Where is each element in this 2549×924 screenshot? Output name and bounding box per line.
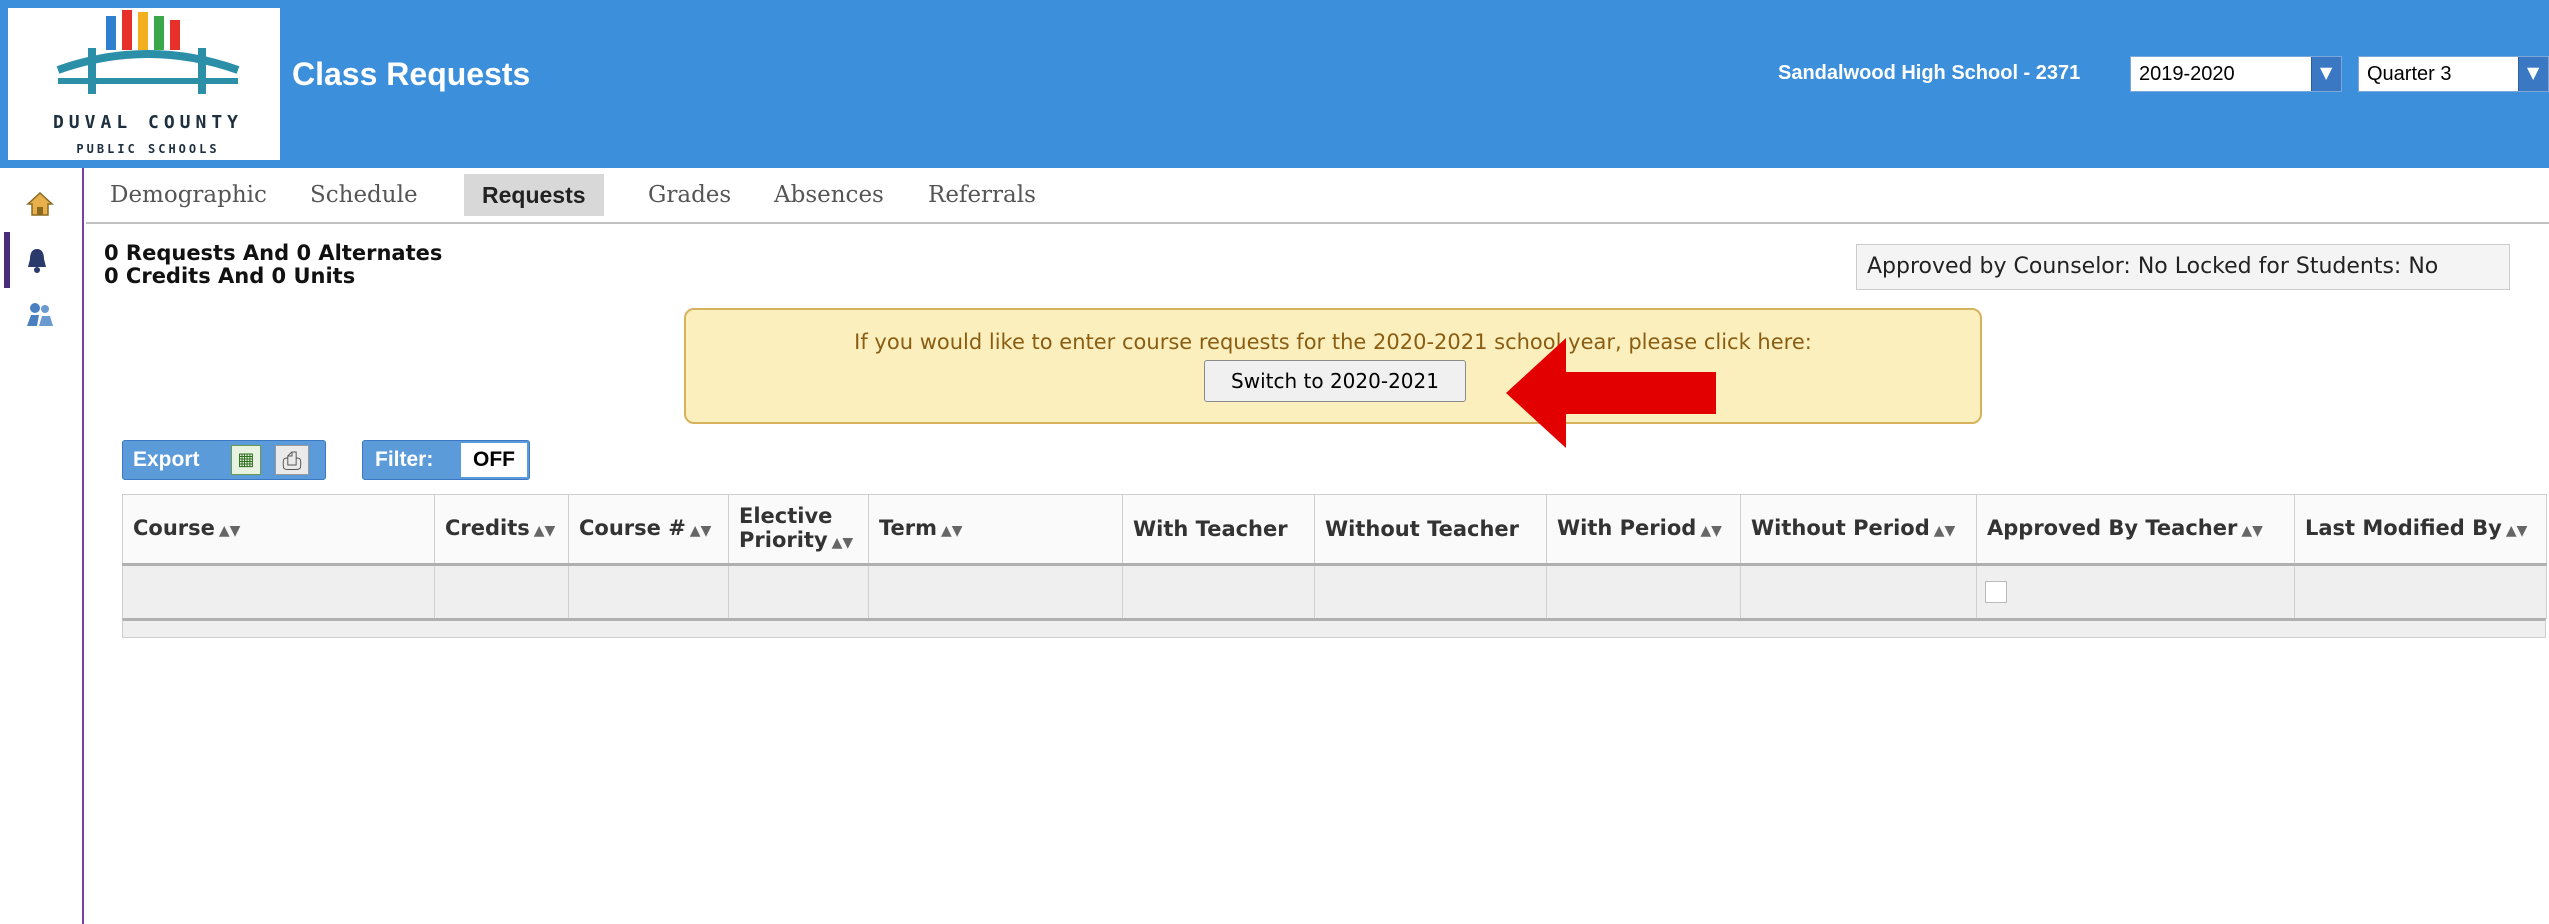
tab-referrals[interactable]: Referrals: [910, 174, 1054, 216]
request-summary: 0 Requests And 0 Alternates 0 Credits An…: [104, 242, 442, 288]
column-label: Without Period: [1751, 515, 1930, 540]
filter-toggle[interactable]: Filter: OFF: [362, 440, 530, 480]
column-label: Course #: [579, 515, 686, 540]
sort-icon[interactable]: ▲▼: [2506, 523, 2528, 539]
column-header-with-period[interactable]: With Period ▲▼: [1546, 494, 1741, 566]
table-header-row: Course ▲▼ Credits ▲▼ Course # ▲▼ Elective P…: [122, 494, 2547, 566]
school-name: Sandalwood High School - 2371: [1778, 62, 2081, 84]
table-cell: [728, 564, 869, 619]
district-logo[interactable]: DUVAL COUNTY PUBLIC SCHOOLS: [8, 8, 280, 160]
credits-count: 0 Credits And 0 Units: [104, 264, 356, 288]
column-header-approved-by-teacher[interactable]: Approved By Teacher ▲▼: [1976, 494, 2295, 566]
sort-icon[interactable]: ▲▼: [941, 523, 963, 539]
spreadsheet-icon[interactable]: ▦: [231, 445, 261, 475]
tab-requests[interactable]: Requests: [464, 174, 604, 216]
column-header-without-teacher: Without Teacher: [1314, 494, 1547, 566]
printer-icon[interactable]: ⎙: [275, 445, 309, 475]
column-label: Course: [133, 515, 215, 540]
school-year-value: 2019-2020: [2139, 63, 2235, 85]
column-label: Term: [879, 515, 938, 540]
table-cell: [2294, 564, 2547, 619]
column-label: Elective Priority: [739, 503, 833, 552]
tab-grades[interactable]: Grades: [630, 174, 749, 216]
requests-count: 0 Requests And 0 Alternates: [104, 241, 443, 265]
column-header-course[interactable]: Course ▲▼: [122, 494, 435, 566]
column-header-with-teacher: With Teacher: [1122, 494, 1315, 566]
logo-text-public-schools: PUBLIC SCHOOLS: [76, 142, 220, 156]
column-label: With Teacher: [1133, 517, 1288, 541]
table-cell: [1740, 564, 1977, 619]
export-button[interactable]: Export ▦ ⎙: [122, 440, 326, 480]
chevron-down-icon[interactable]: ▼: [2311, 57, 2341, 91]
chevron-down-icon[interactable]: ▼: [2518, 57, 2548, 91]
tab-demographic[interactable]: Demographic: [92, 174, 285, 216]
column-header-without-period[interactable]: Without Period ▲▼: [1740, 494, 1977, 566]
approval-status: Approved by Counselor: No Locked for Stu…: [1856, 244, 2510, 290]
table-cell: [568, 564, 729, 619]
table-cell: [868, 564, 1123, 619]
table-cell: [1976, 564, 2295, 619]
column-header-last-modified-by[interactable]: Last Modified By ▲▼: [2294, 494, 2547, 566]
column-label: Approved By Teacher: [1987, 515, 2238, 540]
quarter-value: Quarter 3: [2367, 63, 2452, 85]
red-arrow-icon: [1506, 338, 1716, 448]
app-header: DUVAL COUNTY PUBLIC SCHOOLS Class Reques…: [0, 0, 2549, 168]
school-year-select[interactable]: 2019-2020 ▼: [2130, 56, 2342, 92]
notice-text: If you would like to enter course reques…: [854, 330, 1812, 354]
requests-table: Course ▲▼ Credits ▲▼ Course # ▲▼ Elective P…: [122, 494, 2547, 619]
sort-icon[interactable]: ▲▼: [1700, 523, 1722, 539]
sort-icon[interactable]: ▲▼: [2241, 523, 2263, 539]
column-label: With Period: [1557, 515, 1697, 540]
approved-checkbox[interactable]: [1985, 581, 2007, 603]
table-cell: [1122, 564, 1315, 619]
people-icon[interactable]: [10, 286, 70, 342]
export-label: Export: [133, 448, 200, 471]
switch-year-button[interactable]: Switch to 2020-2021: [1204, 360, 1466, 402]
sort-icon[interactable]: ▲▼: [832, 535, 854, 551]
next-year-notice: If you would like to enter course reques…: [684, 308, 1982, 424]
table-cell: [1314, 564, 1547, 619]
tab-absences[interactable]: Absences: [756, 174, 902, 216]
table-cell: [1546, 564, 1741, 619]
table-row: [122, 564, 2547, 619]
column-header-term[interactable]: Term ▲▼: [868, 494, 1123, 566]
side-rail: [0, 168, 84, 924]
sort-icon[interactable]: ▲▼: [690, 523, 712, 539]
column-label: Credits: [445, 515, 530, 540]
column-label: Without Teacher: [1325, 517, 1520, 541]
home-icon[interactable]: [10, 176, 70, 232]
column-header-credits[interactable]: Credits ▲▼: [434, 494, 569, 566]
quarter-select[interactable]: Quarter 3 ▼: [2358, 56, 2549, 92]
table-cell: [434, 564, 569, 619]
column-header-elective-priority[interactable]: Elective Priority ▲▼: [728, 494, 869, 566]
filter-value: OFF: [461, 443, 527, 477]
sort-icon[interactable]: ▲▼: [219, 523, 241, 539]
sort-icon[interactable]: ▲▼: [534, 523, 556, 539]
tab-schedule[interactable]: Schedule: [292, 174, 436, 216]
filter-label: Filter:: [375, 448, 434, 471]
bell-icon[interactable]: [4, 232, 64, 288]
page-title: Class Requests: [292, 56, 531, 92]
column-label: Last Modified By: [2305, 515, 2502, 540]
column-header-course-number[interactable]: Course # ▲▼: [568, 494, 729, 566]
student-nav-tabs: Demographic Schedule Requests Grades Abs…: [86, 168, 2549, 224]
table-footer: [122, 618, 2546, 638]
bridge-logo-icon: [56, 10, 240, 94]
logo-text-duval: DUVAL COUNTY: [52, 112, 244, 133]
sort-icon[interactable]: ▲▼: [1934, 523, 1956, 539]
table-cell: [122, 564, 435, 619]
